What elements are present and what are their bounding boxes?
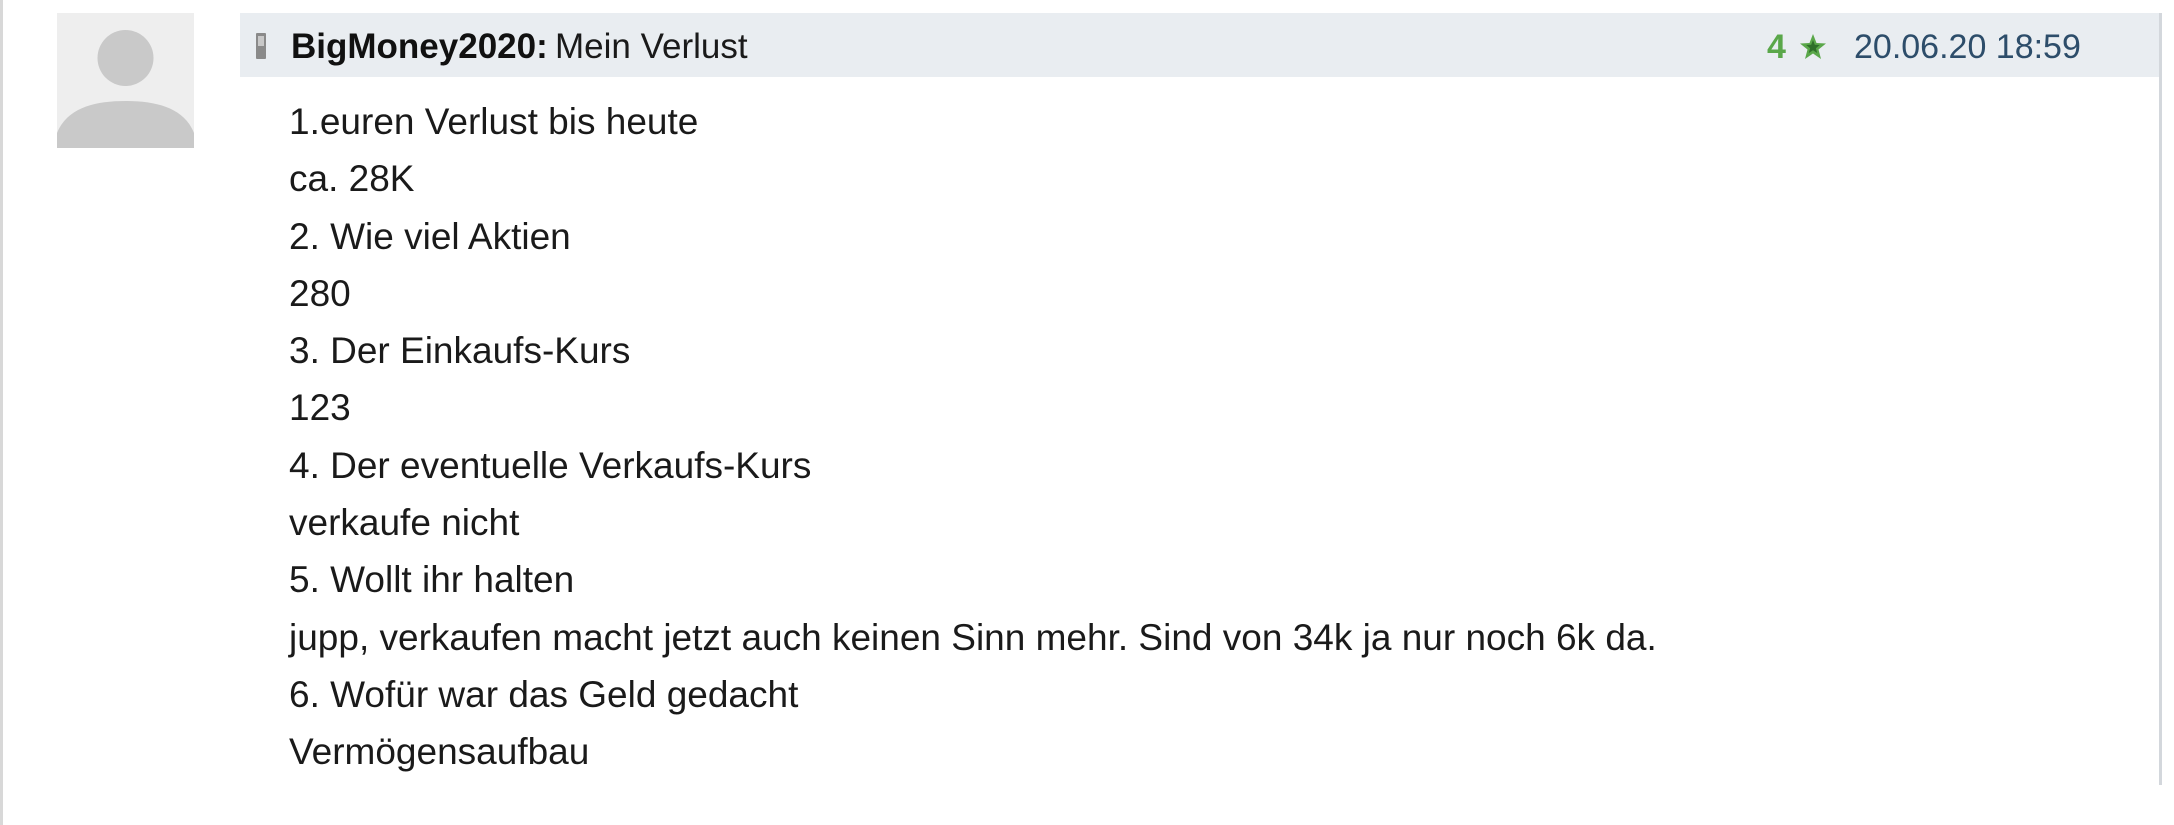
post-line: 3. Der Einkaufs-Kurs: [289, 330, 631, 372]
post-line: 6. Wofür war das Geld gedacht: [289, 673, 799, 715]
post-line: 123: [289, 387, 351, 429]
post-title[interactable]: Mein Verlust: [555, 27, 748, 67]
post-header: BigMoney2020: Mein Verlust 4 20.06.20 18…: [240, 13, 2159, 77]
left-divider: [0, 0, 3, 825]
star-icon[interactable]: [1798, 32, 1828, 62]
post-line: 1.euren Verlust bis heute: [289, 101, 699, 142]
post-timestamp[interactable]: 20.06.20 18:59: [1854, 27, 2081, 67]
post-line: 280: [289, 272, 351, 314]
forum-post: BigMoney2020: Mein Verlust 4 20.06.20 18…: [240, 13, 2162, 785]
post-line: Vermögensaufbau: [289, 731, 590, 773]
post-line: jupp, verkaufen macht jetzt auch keinen …: [289, 616, 1657, 658]
post-line: verkaufe nicht: [289, 502, 520, 544]
mobile-phone-icon: [256, 33, 266, 59]
avatar-placeholder-icon: [57, 13, 194, 148]
rating-count: 4: [1767, 28, 1786, 66]
post-line: 5. Wollt ihr halten: [289, 559, 575, 601]
post-author[interactable]: BigMoney2020:: [291, 27, 548, 67]
avatar[interactable]: [57, 13, 194, 148]
post-line: 2. Wie viel Aktien: [289, 215, 571, 257]
post-line: ca. 28K: [289, 158, 415, 200]
post-body: 1.euren Verlust bis heute ca. 28K 2. Wie…: [289, 93, 2129, 781]
post-line: 4. Der eventuelle Verkaufs-Kurs: [289, 444, 812, 486]
